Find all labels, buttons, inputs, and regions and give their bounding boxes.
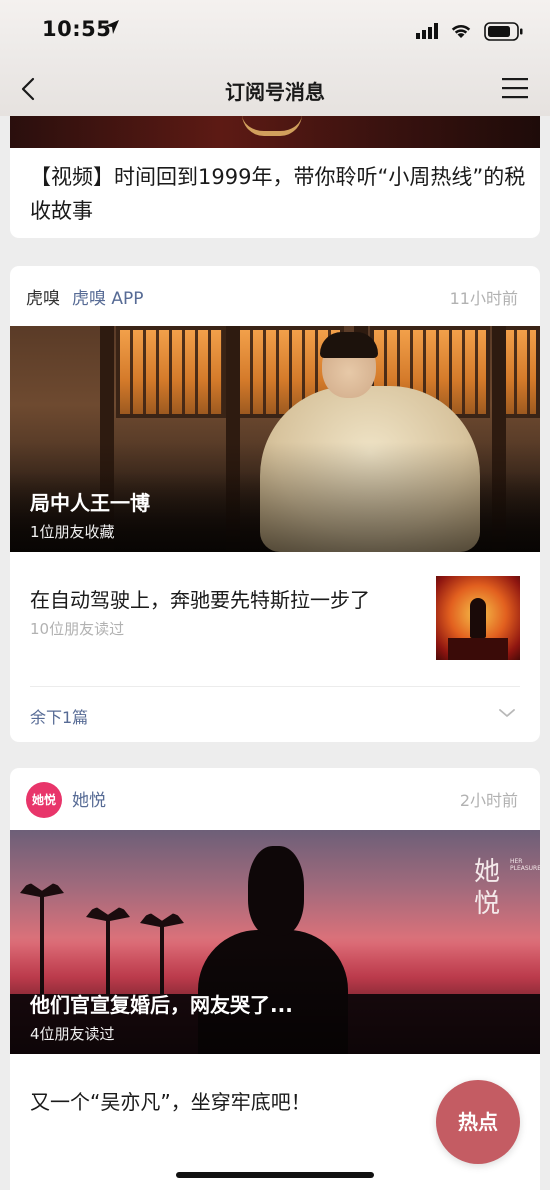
account-name[interactable]: 她悦 (72, 786, 106, 811)
page-title: 订阅号消息 (225, 80, 325, 104)
nav-bar: 订阅号消息 (0, 62, 550, 116)
account-name[interactable]: 虎嗅 APP (72, 284, 144, 309)
article-title[interactable]: 【视频】时间回到1999年，带你聆听“小周热线”的税收故事 (30, 160, 530, 228)
article-item[interactable]: 在自动驾驶上，奔驰要先特斯拉一步了 10位朋友读过 (10, 552, 540, 664)
lead-article-title[interactable]: 局中人王一博 (30, 487, 150, 516)
home-indicator[interactable] (176, 1172, 374, 1178)
message-card: 虎嗅 虎嗅 APP 11小时前 局中人王一博 1位朋友收藏 在自动驾驶上，奔驰要… (10, 266, 540, 742)
article-thumbnail[interactable] (436, 576, 520, 660)
account-logo[interactable]: 她悦 (26, 782, 62, 818)
lead-article-title[interactable]: 他们官宣复婚后，网友哭了... (30, 989, 293, 1018)
hot-topics-button[interactable]: 热点 (436, 1080, 520, 1164)
lead-article-social: 1位朋友收藏 (30, 523, 115, 541)
article-title[interactable]: 在自动驾驶上，奔驰要先特斯拉一步了 (30, 584, 370, 613)
timestamp: 2小时前 (459, 791, 518, 810)
article-social: 10位朋友读过 (30, 620, 125, 638)
status-bar: 10:55 (0, 0, 550, 62)
brand-watermark: 她悦 (474, 857, 501, 919)
location-arrow-icon (105, 20, 119, 34)
timestamp: 11小时前 (449, 289, 518, 308)
article-title[interactable]: 又一个“吴亦凡”，坐穿牢底吧！ (30, 1086, 311, 1115)
lead-article-social: 4位朋友读过 (30, 1025, 115, 1043)
wifi-icon (451, 24, 471, 38)
lead-article-cover[interactable]: 局中人王一博 1位朋友收藏 (10, 326, 540, 552)
brand-watermark-small: HER PLEASURE (510, 858, 540, 872)
menu-icon[interactable] (502, 77, 528, 99)
status-time: 10:55 (42, 17, 112, 41)
message-list: 【视频】时间回到1999年，带你聆听“小周热线”的税收故事 虎嗅 虎嗅 APP … (0, 116, 550, 1190)
account-row[interactable]: 虎嗅 虎嗅 APP 11小时前 (10, 266, 540, 326)
account-row[interactable]: 她悦 她悦 2小时前 (10, 768, 540, 828)
screen: 10:55 订阅号消息 【视频】时间回到1999年，带你聆听“小周热线”的税收故… (0, 0, 550, 1190)
message-card[interactable]: 【视频】时间回到1999年，带你聆听“小周热线”的税收故事 (10, 116, 540, 238)
cellular-signal-icon (416, 23, 438, 39)
lead-article-cover[interactable]: 她悦 HER PLEASURE 他们官宣复婚后，网友哭了... 4位朋友读过 (10, 830, 540, 1054)
article-cover-image[interactable] (10, 116, 540, 148)
battery-icon (484, 22, 523, 41)
account-logo[interactable]: 虎嗅 (26, 284, 60, 309)
expand-more-row[interactable]: 余下1篇 (10, 687, 540, 742)
more-articles-label[interactable]: 余下1篇 (30, 704, 88, 728)
chevron-down-icon[interactable] (498, 707, 516, 719)
